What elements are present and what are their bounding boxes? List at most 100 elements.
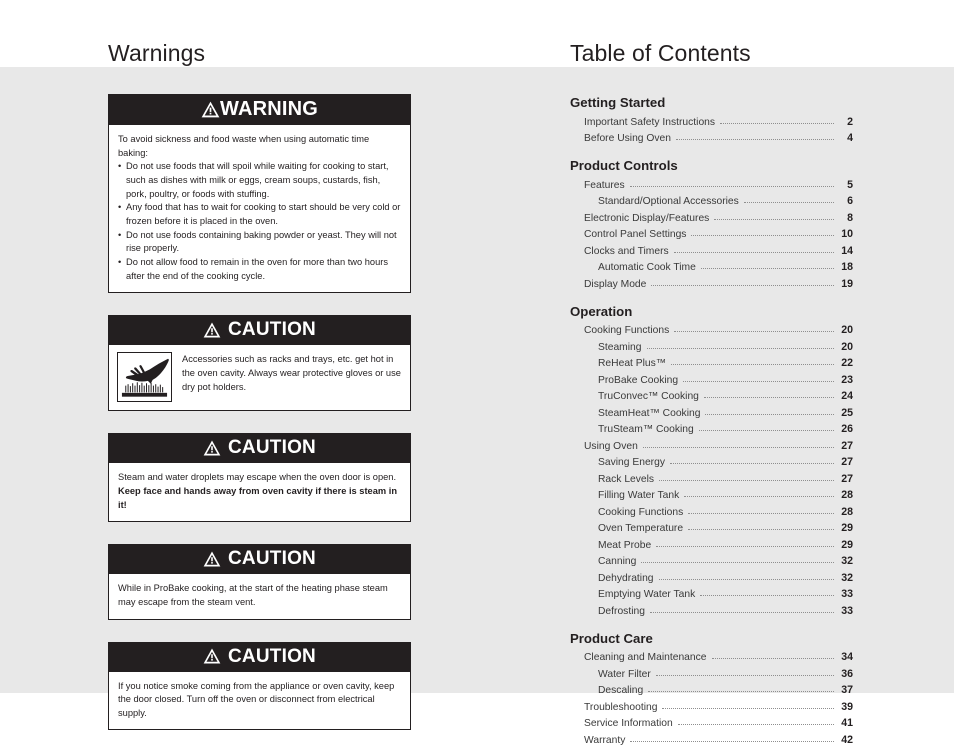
toc-entry[interactable]: Emptying Water Tank 33 xyxy=(570,587,853,603)
toc-entry[interactable]: TruConvec™ Cooking 24 xyxy=(570,389,853,405)
toc-entry[interactable]: Important Safety Instructions 2 xyxy=(570,114,853,130)
toc-entry-page-number: 22 xyxy=(841,357,853,370)
alert-bullet-item: Do not allow food to remain in the oven … xyxy=(118,256,401,283)
toc-entry[interactable]: Dehydrating 32 xyxy=(570,570,853,586)
toc-entry-page-number: 33 xyxy=(841,588,853,601)
toc-entry[interactable]: Service Information 41 xyxy=(570,716,853,732)
warning-triangle-icon xyxy=(203,551,221,567)
toc-leader-line xyxy=(703,396,834,399)
toc-leader-line xyxy=(629,185,834,187)
toc-entry-label: Display Mode xyxy=(584,278,647,290)
toc-entry[interactable]: Warranty 42 xyxy=(570,732,853,748)
alert-header-warning: WARNING xyxy=(109,95,410,125)
toc-section-title: Getting Started xyxy=(570,95,666,110)
toc-entry[interactable]: Standard/Optional Accessories 6 xyxy=(570,194,853,210)
toc-entry[interactable]: Oven Temperature 29 xyxy=(570,521,853,537)
toc-entry-page-number: 8 xyxy=(847,211,853,224)
toc-leader-line xyxy=(677,723,834,726)
toc-entry-label: Important Safety Instructions xyxy=(584,116,716,128)
toc-entry-page-number: 34 xyxy=(841,651,853,664)
page-title-warnings: Warnings xyxy=(108,40,206,66)
toc-entry-page-number: 39 xyxy=(841,700,853,713)
toc-entry-page-number: 20 xyxy=(841,324,853,337)
toc-entry[interactable]: Clocks and Timers 14 xyxy=(570,243,853,259)
toc-entry[interactable]: Features 5 xyxy=(570,177,853,193)
alert-body-warning: To avoid sickness and food waste when us… xyxy=(109,125,410,292)
toc-section-title: Product Care xyxy=(570,630,653,646)
alert-body-caution-hot-accessories: Accessories such as racks and trays, etc… xyxy=(109,345,410,410)
toc-section-list: Getting Started Important Safety Instruct… xyxy=(570,94,853,749)
toc-entry-page-number: 4 xyxy=(847,132,853,145)
toc-entry[interactable]: Electronic Display/Features 8 xyxy=(570,210,853,226)
alert-bullet-item: Do not use foods that will spoil while w… xyxy=(118,160,401,201)
toc-leader-line xyxy=(676,138,834,141)
toc-entry-label: Filling Water Tank xyxy=(598,490,680,502)
toc-leader-line xyxy=(700,267,834,270)
toc-entry[interactable]: Cleaning and Maintenance 34 xyxy=(570,650,853,666)
toc-entry-label: Troubleshooting xyxy=(584,701,658,713)
toc-entry[interactable]: Cooking Functions 28 xyxy=(570,504,853,520)
toc-entry[interactable]: Meat Probe 29 xyxy=(570,537,853,553)
toc-entry-page-number: 36 xyxy=(841,667,853,680)
toc-leader-line xyxy=(674,330,834,333)
toc-entry[interactable]: Rack Levels 27 xyxy=(570,471,853,487)
toc-entry[interactable]: Troubleshooting 39 xyxy=(570,699,853,715)
toc-entry[interactable]: Display Mode 19 xyxy=(570,276,853,292)
toc-entry-label: Control Panel Settings xyxy=(584,229,687,241)
alert-body-caution-probake: While in ProBake cooking, at the start o… xyxy=(109,574,410,618)
toc-leader-line xyxy=(743,201,834,204)
toc-entry[interactable]: ProBake Cooking 23 xyxy=(570,372,853,388)
toc-entry-page-number: 29 xyxy=(841,538,853,551)
table-of-contents-column: Table of Contents Getting Started Importa… xyxy=(570,42,853,749)
alert-body-caution-steam-escape: Steam and water droplets may escape when… xyxy=(109,463,410,521)
toc-entry-page-number: 41 xyxy=(841,717,853,730)
toc-entry[interactable]: Water Filter 36 xyxy=(570,666,853,682)
alert-bullet-item: Do not use foods containing baking powde… xyxy=(118,229,401,256)
alert-bullet-item: Any food that has to wait for cooking to… xyxy=(118,201,401,228)
toc-entry-page-number: 25 xyxy=(841,406,853,419)
toc-entry-label: Cleaning and Maintenance xyxy=(584,652,707,664)
toc-entry[interactable]: Canning 32 xyxy=(570,554,853,570)
toc-entry[interactable]: Descaling 37 xyxy=(570,683,853,699)
toc-entry-page-number: 37 xyxy=(841,684,853,697)
toc-entry-label: Cooking Functions xyxy=(584,325,670,337)
toc-entry[interactable]: Before Using Oven 4 xyxy=(570,131,853,147)
toc-entry-page-number: 5 xyxy=(847,178,853,191)
toc-entry[interactable]: Defrosting 33 xyxy=(570,603,853,619)
toc-entry-label: Oven Temperature xyxy=(598,523,684,535)
toc-entry[interactable]: Filling Water Tank 28 xyxy=(570,488,853,504)
toc-leader-line xyxy=(688,512,834,514)
toc-entry-page-number: 42 xyxy=(841,733,853,746)
toc-entry-label: Electronic Display/Features xyxy=(584,212,710,224)
toc-entry[interactable]: Using Oven 27 xyxy=(570,438,853,454)
toc-entry-page-number: 23 xyxy=(841,373,853,386)
toc-entry-page-number: 27 xyxy=(841,456,853,469)
toc-entry[interactable]: ReHeat Plus™ 22 xyxy=(570,356,853,372)
toc-entry-label: Cooking Functions xyxy=(598,506,684,518)
toc-entry[interactable]: SteamHeat™ Cooking 25 xyxy=(570,405,853,421)
toc-entry[interactable]: Automatic Cook Time 18 xyxy=(570,260,853,276)
toc-leader-line xyxy=(669,462,834,465)
toc-leader-line xyxy=(688,528,834,531)
toc-entry-page-number: 18 xyxy=(841,261,853,274)
toc-entry[interactable]: Steaming 20 xyxy=(570,339,853,355)
toc-entry-page-number: 6 xyxy=(847,195,853,208)
toc-entry-label: Clocks and Timers xyxy=(584,245,669,257)
toc-entry[interactable]: TruSteam™ Cooking 26 xyxy=(570,422,853,438)
alert-level-label: CAUTION xyxy=(228,645,316,667)
toc-leader-line xyxy=(711,657,834,660)
toc-entry-label: ReHeat Plus™ xyxy=(598,358,667,370)
alert-box-caution-probake: CAUTION While in ProBake cooking, at the… xyxy=(108,544,411,620)
toc-entry[interactable]: Control Panel Settings 10 xyxy=(570,227,853,243)
toc-entry[interactable]: Saving Energy 27 xyxy=(570,455,853,471)
toc-leader-line xyxy=(683,380,834,382)
toc-entry-page-number: 32 xyxy=(841,555,853,568)
toc-leader-line xyxy=(651,284,834,286)
toc-entry-label: Automatic Cook Time xyxy=(598,262,696,274)
toc-leader-line xyxy=(698,429,834,432)
toc-entry-page-number: 28 xyxy=(841,505,853,518)
alert-text-emphasis: Keep face and hands away from oven cavit… xyxy=(118,485,398,510)
toc-section-title: Operation xyxy=(570,303,633,319)
toc-entry[interactable]: Cooking Functions 20 xyxy=(570,323,853,339)
toc-entry-label: Defrosting xyxy=(598,605,645,617)
